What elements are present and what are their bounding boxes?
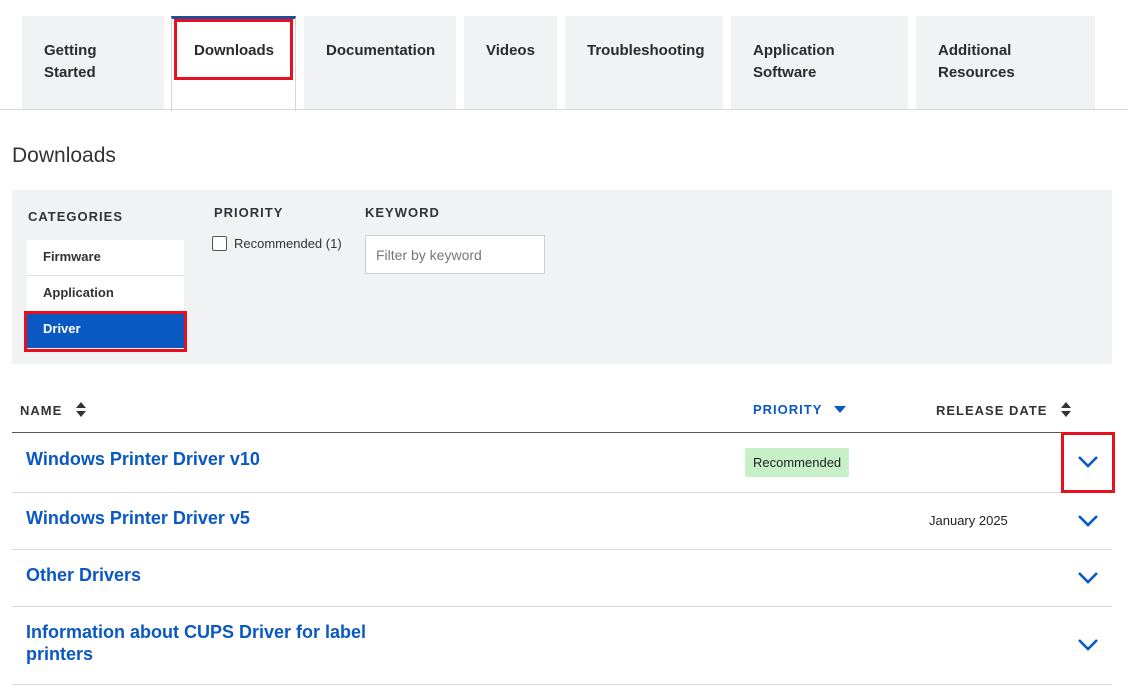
sort-icon	[76, 402, 87, 418]
driver-name-link[interactable]: Windows Printer Driver v10	[26, 448, 406, 470]
category-driver[interactable]: Driver	[27, 312, 184, 348]
page-title: Downloads	[12, 144, 116, 167]
driver-name-link[interactable]: Windows Printer Driver v5	[26, 507, 406, 529]
category-list: Firmware Application Driver	[27, 240, 184, 348]
column-header-label: PRIORITY	[753, 402, 823, 417]
recommended-checkbox[interactable]	[212, 236, 227, 251]
recommended-checkbox-label: Recommended (1)	[234, 236, 342, 251]
release-date: January 2025	[929, 513, 1008, 528]
tab-label: Troubleshooting	[587, 42, 705, 59]
category-firmware[interactable]: Firmware	[27, 240, 184, 276]
keyword-heading: KEYWORD	[365, 205, 440, 220]
driver-name-link[interactable]: Information about CUPS Driver for label …	[26, 621, 406, 665]
tab-label: Resources	[938, 64, 1015, 81]
chevron-down-icon[interactable]	[1078, 456, 1098, 468]
column-header-release-date[interactable]: RELEASE DATE	[936, 402, 1072, 418]
tab-label: Software	[753, 64, 817, 81]
status-badge: Recommended	[745, 448, 850, 477]
driver-name-link[interactable]: Other Drivers	[26, 564, 406, 586]
chevron-down-icon[interactable]	[1078, 572, 1098, 584]
tab-bar: Getting Started Downloads Documentation …	[0, 0, 1128, 111]
tab-additional-resources[interactable]: Additional Resources	[916, 16, 1095, 109]
chevron-down-icon[interactable]	[1078, 515, 1098, 527]
sort-desc-icon	[834, 406, 847, 413]
tab-bar-divider	[0, 109, 1128, 110]
tab-application-software[interactable]: Application Software	[731, 16, 908, 109]
chevron-down-icon[interactable]	[1078, 639, 1098, 651]
tab-documentation[interactable]: Documentation	[304, 16, 456, 109]
filter-panel: CATEGORIES Firmware Application Driver P…	[12, 190, 1112, 364]
categories-heading: CATEGORIES	[28, 209, 123, 224]
table-row[interactable]: Other Drivers	[12, 550, 1112, 607]
column-header-label: NAME	[20, 402, 63, 418]
tab-label: Additional	[938, 42, 1012, 59]
tab-videos[interactable]: Videos	[464, 16, 557, 109]
category-application[interactable]: Application	[27, 276, 184, 312]
tab-label: Documentation	[326, 42, 436, 59]
tab-getting-started[interactable]: Getting Started	[22, 16, 164, 109]
column-header-label: RELEASE DATE	[936, 402, 1048, 418]
tab-label: Started	[44, 64, 96, 81]
table-row[interactable]: Windows Printer Driver v10 Recommended	[12, 433, 1112, 493]
table-row[interactable]: Windows Printer Driver v5 January 2025	[12, 493, 1112, 550]
sort-icon	[1061, 402, 1072, 418]
tab-label: Downloads	[194, 42, 275, 59]
tab-label: Getting	[44, 42, 97, 59]
tab-troubleshooting[interactable]: Troubleshooting	[565, 16, 723, 109]
priority-heading: PRIORITY	[214, 205, 284, 220]
column-header-name[interactable]: NAME	[20, 402, 87, 418]
table-row[interactable]: Information about CUPS Driver for label …	[12, 607, 1112, 685]
column-header-priority[interactable]: PRIORITY	[753, 402, 847, 417]
tab-label: Videos	[486, 42, 535, 59]
tab-label: Application	[753, 42, 835, 59]
keyword-filter-input[interactable]	[365, 235, 545, 274]
tab-downloads[interactable]: Downloads	[171, 16, 296, 111]
priority-filter-row[interactable]: Recommended (1)	[212, 236, 342, 251]
